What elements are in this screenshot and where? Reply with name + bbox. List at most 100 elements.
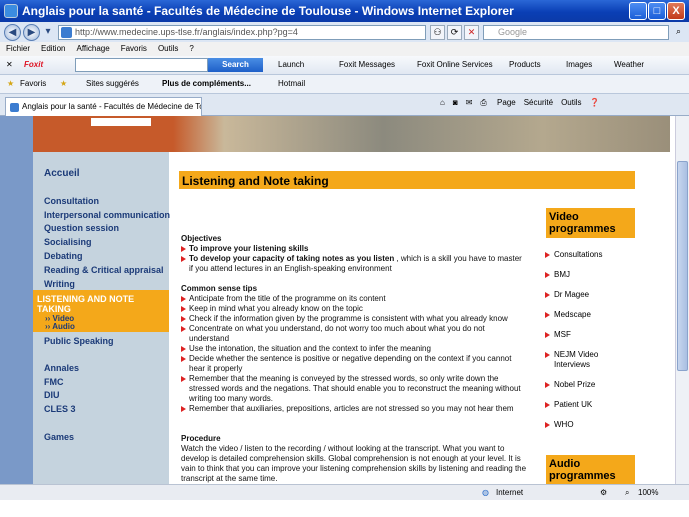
menu-outils[interactable]: Outils [152, 42, 183, 53]
tab-title: Anglais pour la santé - Facultés de Méde… [22, 102, 202, 111]
foxit-logo: Foxit [24, 60, 44, 69]
video-link[interactable]: BMJ [545, 270, 625, 280]
banner-white-box [91, 118, 151, 126]
sidebar-item-diu[interactable]: DIU [44, 390, 60, 400]
video-link[interactable]: Patient UK [545, 400, 625, 410]
menu-help[interactable]: ? [183, 42, 198, 53]
procedure-title: Procedure [181, 434, 221, 443]
tab-row: Anglais pour la santé - Facultés de Méde… [0, 94, 689, 116]
favorites-bar: ★ Favoris ★ Sites suggérés Plus de compl… [0, 75, 689, 94]
zoom-level[interactable]: 100% [638, 488, 658, 497]
mail-icon[interactable]: ✉ [466, 98, 473, 107]
sidebar-item-fmc[interactable]: FMC [44, 377, 64, 387]
status-bar: ◍ Internet ⚙ ⌕ 100% [0, 484, 689, 500]
foxit-messages-button[interactable]: Foxit Messages [339, 60, 395, 69]
zoom-icon[interactable]: ⌕ [625, 488, 629, 498]
scrollbar-thumb[interactable] [677, 161, 688, 371]
objective-2: To develop your capacity of taking notes… [181, 254, 526, 274]
command-bar: ⌂ ◙ ✉ ⎙ Page Sécurité Outils ❓ [440, 98, 608, 108]
sidebar-item-question-session[interactable]: Question session [44, 223, 119, 233]
video-link[interactable]: Consultations [545, 250, 625, 260]
tip-item: Concentrate on what you understand, do n… [181, 324, 526, 344]
ie-logo-icon [4, 4, 18, 18]
sidebar-item-socialising[interactable]: Socialising [44, 237, 92, 247]
foxit-online-services-button[interactable]: Foxit Online Services [417, 60, 493, 69]
menu-fichier[interactable]: Fichier [0, 42, 35, 53]
menu-edition[interactable]: Edition [35, 42, 70, 53]
launch-button[interactable]: Launch [278, 60, 304, 69]
sidebar-item-games[interactable]: Games [44, 432, 74, 442]
vertical-scrollbar[interactable] [675, 116, 689, 484]
menu-bar: Fichier Edition Affichage Favoris Outils? [0, 42, 689, 56]
search-icon[interactable]: ⌕ [671, 25, 686, 40]
tip-item: Decide whether the sentence is positive … [181, 354, 526, 374]
sidebar-item-reading[interactable]: Reading & Critical appraisal [44, 265, 164, 275]
images-button[interactable]: Images [566, 60, 592, 69]
products-button[interactable]: Products [509, 60, 541, 69]
sidebar-item-consultation[interactable]: Consultation [44, 196, 99, 206]
video-link[interactable]: WHO [545, 420, 625, 430]
refresh-icon[interactable]: ⟳ [447, 25, 462, 40]
more-addons-link[interactable]: Plus de compléments... [162, 79, 251, 88]
help-icon[interactable]: ❓ [590, 98, 600, 107]
sidebar: Accueil Consultation Interpersonal commu… [33, 116, 170, 484]
close-button[interactable]: X [667, 2, 685, 20]
video-link[interactable]: MSF [545, 330, 625, 340]
menu-favoris[interactable]: Favoris [115, 42, 152, 53]
star-icon: ★ [7, 79, 15, 88]
minimize-button[interactable]: _ [629, 2, 647, 20]
foxit-search-input[interactable] [75, 58, 208, 72]
tips-title: Common sense tips [181, 284, 258, 293]
weather-button[interactable]: Weather [614, 60, 644, 69]
window-titlebar: Anglais pour la santé - Facultés de Méde… [0, 0, 689, 22]
video-link[interactable]: Dr Magee [545, 290, 625, 300]
sidebar-item-cles3[interactable]: CLES 3 [44, 404, 76, 414]
address-bar[interactable]: http://www.medecine.ups-tlse.fr/anglais/… [58, 25, 426, 40]
foxit-search-button[interactable]: Search [208, 58, 263, 72]
search-input[interactable]: Google [483, 25, 669, 40]
stop-icon[interactable]: ✕ [464, 25, 479, 40]
tip-item: Keep in mind what you already know on th… [181, 304, 526, 314]
compat-view-icon[interactable]: ⚇ [430, 25, 445, 40]
bottom-strip [0, 500, 689, 517]
menu-affichage[interactable]: Affichage [70, 42, 114, 53]
video-link[interactable]: NEJM Video Interviews [545, 350, 611, 370]
browser-tab[interactable]: Anglais pour la santé - Facultés de Méde… [5, 97, 202, 116]
favorites-button[interactable]: Favoris [20, 79, 46, 88]
back-icon[interactable]: ◀ [4, 24, 21, 41]
left-margin [0, 116, 33, 484]
sidebar-active-label: LISTENING AND NOTE TAKING [37, 294, 135, 314]
sidebar-item-interpersonal[interactable]: Interpersonal communication [44, 210, 170, 220]
history-dropdown-icon[interactable]: ▾ [42, 24, 54, 41]
video-link[interactable]: Medscape [545, 310, 625, 320]
close-toolbar-icon[interactable]: ✕ [6, 60, 13, 69]
forward-icon[interactable]: ▶ [23, 24, 40, 41]
video-link[interactable]: Nobel Prize [545, 380, 625, 390]
feeds-icon[interactable]: ◙ [453, 98, 458, 107]
tip-item: Anticipate from the title of the program… [181, 294, 526, 304]
sidebar-item-writing[interactable]: Writing [44, 279, 75, 289]
maximize-button[interactable]: □ [648, 2, 666, 20]
page-icon [61, 27, 72, 38]
globe-icon: ◍ [482, 488, 489, 497]
window-title: Anglais pour la santé - Facultés de Méde… [22, 4, 514, 18]
tip-item: Check if the information given by the pr… [181, 314, 526, 324]
page-menu[interactable]: Page [497, 98, 516, 107]
sidebar-item-listening[interactable]: LISTENING AND NOTE TAKING ›› Video ›› Au… [33, 290, 169, 332]
security-menu[interactable]: Sécurité [524, 98, 553, 107]
sidebar-item-public-speaking[interactable]: Public Speaking [44, 336, 114, 346]
sidebar-sub-audio[interactable]: ›› Audio [45, 322, 75, 331]
print-icon[interactable]: ⎙ [480, 98, 486, 107]
tools-menu[interactable]: Outils [561, 98, 581, 107]
sidebar-item-accueil[interactable]: Accueil [44, 168, 80, 179]
home-icon[interactable]: ⌂ [440, 98, 445, 107]
address-url: http://www.medecine.ups-tlse.fr/anglais/… [75, 27, 298, 37]
suggested-sites-link[interactable]: Sites suggérés [86, 79, 139, 88]
hotmail-link[interactable]: Hotmail [278, 79, 305, 88]
sidebar-item-debating[interactable]: Debating [44, 251, 83, 261]
procedure-text: Watch the video / listen to the recordin… [181, 444, 527, 483]
add-favorite-icon[interactable]: ★ [60, 79, 67, 88]
tip-item: Use the intonation, the situation and th… [181, 344, 526, 354]
sidebar-item-annales[interactable]: Annales [44, 363, 79, 373]
header-banner-image [33, 116, 670, 152]
